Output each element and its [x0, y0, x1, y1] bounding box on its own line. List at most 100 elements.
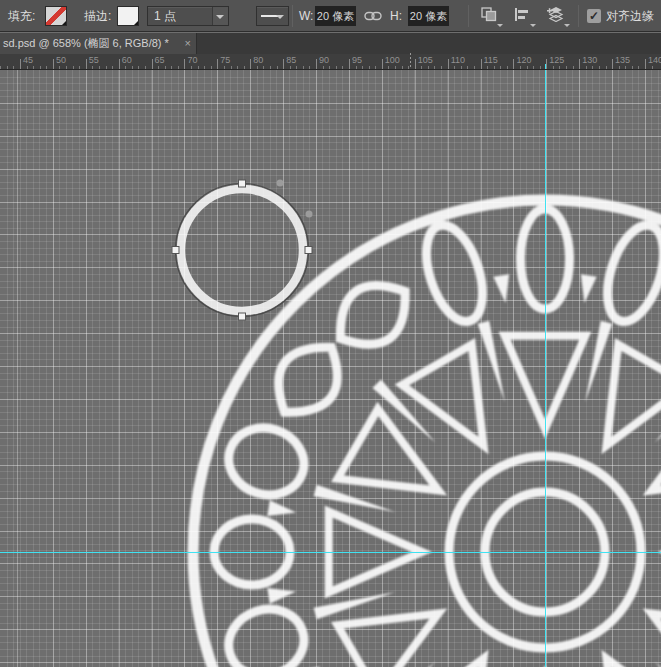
- ruler-tick: [573, 66, 574, 69]
- stroke-width-value: 1 点: [154, 7, 176, 25]
- ruler-tick: [566, 66, 567, 69]
- ruler-tick: [79, 66, 80, 69]
- ruler-label: 125: [549, 55, 564, 65]
- ruler-tick: [59, 66, 60, 69]
- ruler-tick: [553, 66, 554, 69]
- ruler-tick: [132, 66, 133, 69]
- ruler-tick: [270, 66, 271, 69]
- height-input[interactable]: 20 像素: [408, 6, 449, 26]
- canvas-area[interactable]: [0, 70, 661, 667]
- path-operations-button[interactable]: [479, 5, 503, 27]
- link-dimensions-icon[interactable]: [364, 10, 382, 22]
- ruler-tick: [342, 66, 343, 69]
- transform-handle[interactable]: [239, 180, 246, 187]
- ruler-tick: [467, 66, 468, 69]
- ruler-tick: [540, 66, 541, 69]
- ruler-tick: [316, 59, 317, 69]
- ruler-tick: [145, 66, 146, 69]
- path-arrangement-icon: [547, 6, 565, 22]
- ruler-tick: [66, 66, 67, 69]
- ruler-label: 135: [615, 55, 630, 65]
- ruler-tick: [165, 66, 166, 69]
- stroke-label: 描边:: [84, 0, 111, 32]
- ruler-tick: [448, 59, 449, 69]
- ruler-tick: [237, 66, 238, 69]
- path-alignment-button[interactable]: [512, 5, 536, 27]
- ruler-tick: [250, 59, 251, 69]
- height-label: H:: [390, 0, 402, 32]
- ruler-tick: [106, 66, 107, 69]
- ruler-tick: [191, 66, 192, 69]
- ruler-label: 120: [516, 55, 531, 65]
- ruler-tick: [652, 66, 653, 69]
- ruler-tick: [0, 66, 1, 69]
- ruler-tick: [487, 66, 488, 69]
- ruler-tick: [527, 66, 528, 69]
- ruler-label: 110: [451, 55, 465, 65]
- align-edges-label: 对齐边缘: [606, 0, 654, 32]
- ruler-tick: [290, 66, 291, 69]
- ruler-tick: [434, 66, 435, 69]
- ruler-tick: [7, 66, 8, 69]
- chevron-down-icon: [216, 15, 224, 19]
- ruler-label: 85: [286, 55, 296, 65]
- ruler-tick: [13, 66, 14, 69]
- cursor-position-indicator: [410, 53, 411, 69]
- ruler-tick: [125, 66, 126, 69]
- chevron-down-icon: [564, 24, 570, 27]
- ruler-label: 100: [385, 55, 400, 65]
- fill-swatch[interactable]: [45, 6, 67, 26]
- ruler-tick: [40, 66, 41, 69]
- ruler-tick: [461, 66, 462, 69]
- document-tab[interactable]: sd.psd @ 658% (椭圆 6, RGB/8) * ×: [0, 33, 197, 54]
- combo-arrow-zone[interactable]: [277, 7, 288, 25]
- ruler-tick: [645, 59, 646, 69]
- transform-handle[interactable]: [172, 247, 179, 254]
- ruler-label: 105: [418, 55, 433, 65]
- ruler-tick: [441, 66, 442, 69]
- ruler-label: 95: [352, 55, 362, 65]
- ruler-tick: [73, 66, 74, 69]
- photoshop-window: { "toolbar": { "fill_label": "填充:", "fil…: [0, 0, 661, 667]
- stroke-swatch[interactable]: [117, 6, 139, 26]
- ruler-tick: [20, 59, 21, 69]
- ruler-tick: [231, 66, 232, 69]
- stroke-style-combo[interactable]: [256, 6, 289, 26]
- ruler-tick: [211, 66, 212, 69]
- ruler-label: 55: [89, 55, 99, 65]
- ruler-tick: [369, 66, 370, 69]
- path-alignment-icon: [514, 7, 530, 22]
- ruler-tick: [244, 66, 245, 69]
- ruler-tick: [329, 66, 330, 69]
- ruler-tick: [178, 66, 179, 69]
- ruler-tick: [632, 66, 633, 69]
- ruler-label: 140: [648, 55, 661, 65]
- transform-handle[interactable]: [239, 313, 246, 320]
- ruler-tick: [481, 59, 482, 69]
- ruler-tick: [513, 59, 514, 69]
- separator: [578, 5, 579, 27]
- transform-handle[interactable]: [305, 247, 312, 254]
- ruler-tick: [33, 66, 34, 69]
- ruler-tick: [592, 66, 593, 69]
- ruler-tick: [474, 66, 475, 69]
- close-tab-icon[interactable]: ×: [185, 33, 191, 54]
- stroke-width-combo[interactable]: 1 点: [147, 6, 229, 26]
- width-input[interactable]: 20 像素: [315, 6, 356, 26]
- ruler-tick: [546, 59, 547, 69]
- chevron-down-icon: [530, 24, 536, 27]
- ruler-label: 65: [155, 55, 165, 65]
- chevron-down-icon: [276, 15, 284, 19]
- selection-overlay: [0, 70, 661, 667]
- ruler-tick: [362, 66, 363, 69]
- ruler-tick: [606, 66, 607, 69]
- combo-arrow-zone[interactable]: [212, 7, 228, 25]
- ruler-tick: [507, 66, 508, 69]
- ruler-label: 45: [23, 55, 33, 65]
- ruler-tick: [283, 59, 284, 69]
- path-arrangement-button[interactable]: [546, 5, 570, 27]
- align-edges-checkbox[interactable]: ✓: [587, 9, 601, 23]
- ruler-tick: [559, 66, 560, 69]
- document-tab-bar: sd.psd @ 658% (椭圆 6, RGB/8) * ×: [0, 33, 661, 54]
- horizontal-ruler[interactable]: 4550556065707580859095100105110115120125…: [0, 54, 661, 70]
